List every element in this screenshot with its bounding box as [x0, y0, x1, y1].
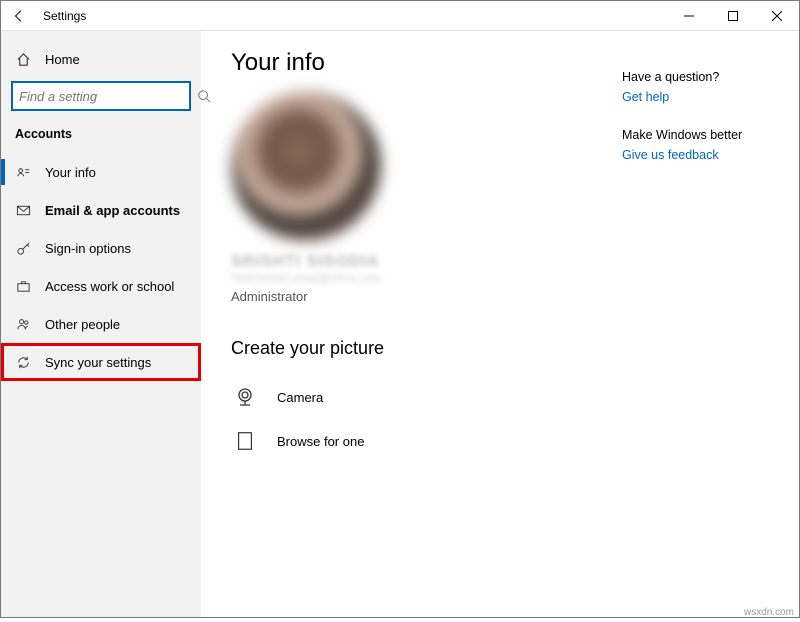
search-box[interactable]	[11, 81, 191, 111]
sidebar-item-label: Access work or school	[45, 279, 174, 294]
sidebar-item-other-people[interactable]: Other people	[1, 305, 201, 343]
option-label: Camera	[277, 390, 323, 405]
mail-icon	[15, 202, 31, 218]
home-label: Home	[45, 52, 80, 67]
feedback-heading: Make Windows better	[622, 128, 772, 142]
browse-for-one-option[interactable]: Browse for one	[231, 419, 779, 463]
feedback-link[interactable]: Give us feedback	[622, 148, 772, 162]
home-nav[interactable]: Home	[1, 41, 201, 77]
browse-icon	[231, 427, 259, 455]
camera-option[interactable]: Camera	[231, 375, 779, 419]
watermark: wsxdn.com	[744, 607, 794, 618]
sidebar: Home Accounts Your info Email & app accou…	[1, 31, 201, 617]
option-label: Browse for one	[277, 434, 364, 449]
user-name: SRISHTI SISODIA	[231, 253, 779, 271]
user-email: TWE/60362.email@mhnu.com	[231, 273, 779, 285]
person-card-icon	[15, 164, 31, 180]
sync-icon	[15, 354, 31, 370]
user-role: Administrator	[231, 289, 779, 304]
main-content: Your info SRISHTI SISODIA TWE/60362.emai…	[201, 31, 799, 617]
create-picture-heading: Create your picture	[231, 338, 779, 359]
maximize-button[interactable]	[711, 1, 755, 31]
minimize-button[interactable]	[667, 1, 711, 31]
sidebar-item-label: Sign-in options	[45, 241, 131, 256]
briefcase-icon	[15, 278, 31, 294]
section-header: Accounts	[1, 121, 201, 153]
sidebar-item-label: Sync your settings	[45, 355, 151, 370]
window-title: Settings	[43, 9, 86, 23]
key-icon	[15, 240, 31, 256]
sidebar-item-access-work-or-school[interactable]: Access work or school	[1, 267, 201, 305]
sidebar-item-label: Your info	[45, 165, 96, 180]
help-panel: Have a question? Get help Make Windows b…	[622, 70, 772, 186]
sidebar-item-sign-in-options[interactable]: Sign-in options	[1, 229, 201, 267]
sidebar-item-label: Email & app accounts	[45, 203, 180, 218]
search-input[interactable]	[19, 89, 197, 104]
sidebar-item-email-app-accounts[interactable]: Email & app accounts	[1, 191, 201, 229]
sidebar-item-your-info[interactable]: Your info	[1, 153, 201, 191]
close-button[interactable]	[755, 1, 799, 31]
avatar	[231, 91, 381, 241]
sidebar-item-sync-your-settings[interactable]: Sync your settings	[1, 343, 201, 381]
people-icon	[15, 316, 31, 332]
back-button[interactable]	[7, 4, 31, 28]
home-icon	[15, 51, 31, 67]
question-heading: Have a question?	[622, 70, 772, 84]
camera-icon	[231, 383, 259, 411]
sidebar-item-label: Other people	[45, 317, 120, 332]
get-help-link[interactable]: Get help	[622, 90, 772, 104]
